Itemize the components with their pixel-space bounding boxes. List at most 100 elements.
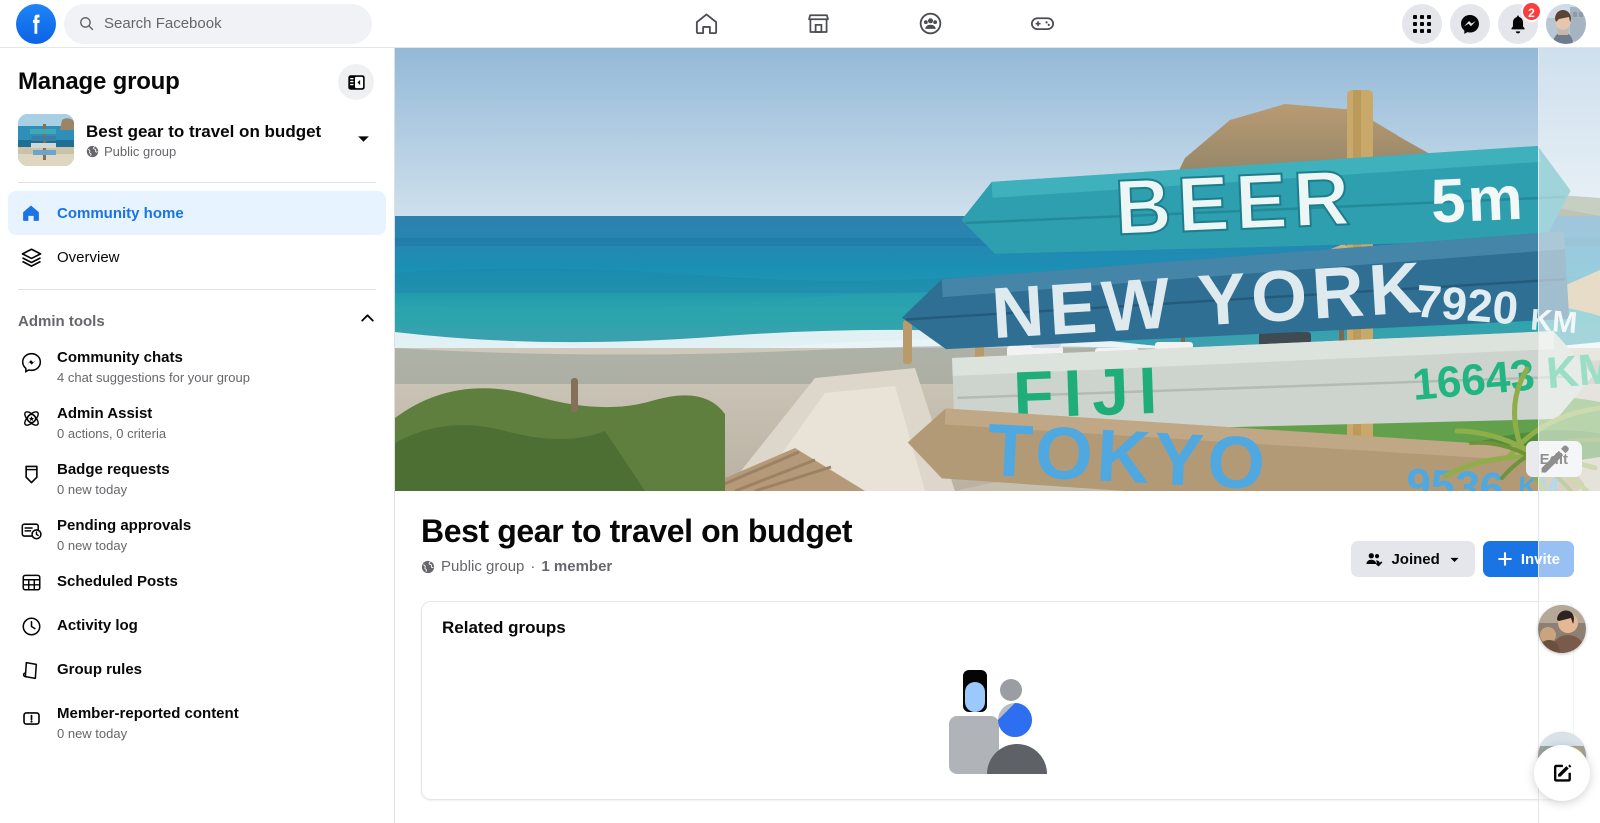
sidebar-item-overview[interactable]: Overview (8, 235, 386, 279)
group-meta: Best gear to travel on budget Public gro… (86, 121, 339, 159)
admin-tools-list: Community chats 4 chat suggestions for y… (0, 338, 394, 750)
sidebar-item-scheduled-posts[interactable]: Scheduled Posts (8, 562, 386, 606)
topbar-left: Search Facebook (0, 3, 400, 44)
new-message-button[interactable] (1534, 745, 1590, 801)
globe-icon (421, 560, 435, 573)
account-avatar[interactable] (1546, 3, 1586, 44)
svg-text:7920: 7920 (1414, 275, 1520, 335)
tool-title: Admin Assist (57, 405, 153, 422)
page-title: Manage group (18, 68, 180, 95)
svg-text:BEER: BEER (1113, 153, 1357, 251)
gaming-controller-icon (1030, 17, 1054, 30)
search-input[interactable]: Search Facebook (64, 3, 372, 44)
sidebar-item-label: Community home (57, 204, 184, 222)
topbar-right: 2 (1348, 0, 1600, 44)
content-area: Related groups (395, 589, 1600, 823)
sidebar-divider-top (18, 182, 376, 183)
admin-tools-section-header[interactable]: Admin tools (0, 298, 394, 338)
group-switcher-row[interactable]: Best gear to travel on budget Public gro… (0, 106, 394, 180)
marketplace-tab[interactable] (762, 0, 874, 48)
tool-title: Pending approvals (57, 517, 192, 534)
tool-text: Admin Assist 0 actions, 0 criteria (57, 401, 166, 443)
empty-groups-illustration (948, 664, 1047, 779)
group-cover-photo[interactable]: BEER 5m NEW YORK 7920 KM FIJI 16643 KM T… (395, 48, 1600, 491)
sidebar-item-activity-log[interactable]: Activity log (8, 606, 386, 650)
group-member-count: 1 member (541, 558, 613, 575)
sidebar-item-community-chats[interactable]: Community chats 4 chat suggestions for y… (8, 338, 386, 394)
layers-icon (18, 246, 44, 269)
edit-cover-button[interactable]: Edit (1525, 441, 1582, 477)
sidebar-item-pending-approvals[interactable]: Pending approvals 0 new today (8, 506, 386, 562)
group-thumbnail (18, 114, 74, 166)
chevron-up-icon[interactable] (359, 310, 376, 332)
privacy-label: Public group (104, 144, 177, 159)
sidebar-header: Manage group (0, 48, 394, 106)
related-groups-card: Related groups (421, 601, 1574, 800)
tool-subtitle: 0 actions, 0 criteria (57, 426, 167, 441)
plus-icon (1497, 552, 1512, 566)
sidebar-item-community-home[interactable]: Community home (8, 191, 386, 235)
chevron-down-icon (1450, 557, 1459, 562)
groups-icon (919, 12, 941, 35)
contact-avatar-1[interactable] (1538, 605, 1586, 653)
joined-button[interactable]: Joined (1351, 541, 1475, 577)
group-switcher-caret[interactable] (351, 126, 376, 154)
sidebar-item-member-reported-content[interactable]: Member-reported content 0 new today (8, 694, 386, 750)
tool-text: Community chats 4 chat suggestions for y… (57, 345, 250, 387)
pending-approvals-icon (18, 513, 44, 542)
compose-icon (1553, 764, 1572, 782)
messenger-button[interactable] (1450, 3, 1490, 44)
members-check-icon (1366, 553, 1383, 567)
tool-text: Group rules (57, 657, 142, 680)
group-header-band: Best gear to travel on budget Public gro… (395, 491, 1600, 589)
chevron-down-icon (358, 136, 369, 142)
svg-text:5m: 5m (1430, 164, 1527, 237)
sidebar-group-privacy: Public group (86, 144, 339, 159)
messenger-icon (1461, 14, 1479, 34)
group-title: Best gear to travel on budget (421, 513, 853, 549)
home-tab[interactable] (650, 0, 762, 48)
group-header-actions: Joined Invite (1351, 513, 1574, 577)
svg-text:9536: 9536 (1405, 460, 1505, 491)
sidebar-item-group-rules[interactable]: Group rules (8, 650, 386, 694)
messenger-outline-icon (18, 345, 44, 374)
grid-icon (1413, 14, 1431, 33)
facebook-logo[interactable] (16, 3, 56, 44)
meta-separator: · (530, 558, 536, 575)
rules-book-icon (18, 657, 44, 682)
report-warning-icon (18, 701, 44, 730)
manage-group-sidebar: Manage group Best gear to travel on budg… (0, 48, 395, 823)
group-privacy-label: Public group (441, 558, 525, 575)
tool-title: Member-reported content (57, 705, 239, 722)
tool-text: Activity log (57, 613, 138, 636)
invite-button[interactable]: Invite (1482, 541, 1574, 577)
search-placeholder: Search Facebook (104, 15, 222, 32)
tool-text: Scheduled Posts (57, 569, 178, 592)
globe-icon (86, 145, 99, 158)
groups-tab[interactable] (874, 0, 986, 48)
related-groups-title: Related groups (442, 618, 566, 637)
tool-subtitle: 0 new today (57, 538, 128, 553)
sidebar-nav-list: Community home Overview (0, 191, 394, 279)
sidebar-divider-admin (18, 289, 376, 290)
tool-subtitle: 0 new today (57, 726, 128, 741)
marketplace-icon (807, 14, 829, 33)
notifications-button[interactable]: 2 (1498, 0, 1542, 44)
main-content: BEER 5m NEW YORK 7920 KM FIJI 16643 KM T… (395, 48, 1600, 823)
search-icon (80, 17, 94, 31)
calendar-grid-icon (18, 569, 44, 594)
group-subinfo: Public group · 1 member (421, 558, 1351, 575)
tool-text: Pending approvals 0 new today (57, 513, 191, 555)
invite-label: Invite (1520, 550, 1560, 568)
panel-toggle-button[interactable] (338, 64, 374, 100)
tool-title: Group rules (57, 661, 143, 678)
topbar-nav-tabs (400, 0, 1348, 48)
sidebar-item-admin-assist[interactable]: Admin Assist 0 actions, 0 criteria (8, 394, 386, 450)
menu-grid-button[interactable] (1402, 3, 1442, 44)
sidebar-item-badge-requests[interactable]: Badge requests 0 new today (8, 450, 386, 506)
home-icon (695, 13, 717, 35)
gaming-tab[interactable] (986, 0, 1098, 48)
tool-subtitle: 0 new today (57, 482, 128, 497)
tool-text: Badge requests 0 new today (57, 457, 170, 499)
notifications-badge: 2 (1521, 0, 1542, 22)
